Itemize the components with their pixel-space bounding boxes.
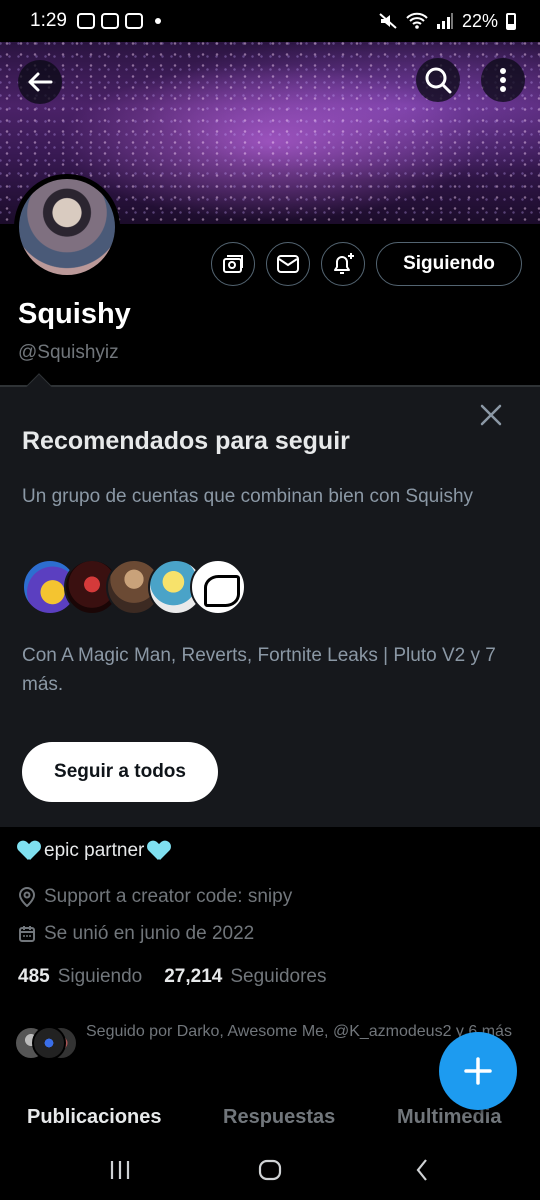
follower-avatar [32, 1026, 66, 1060]
light-blue-heart-icon [18, 841, 40, 861]
following-label[interactable]: Siguiendo [58, 966, 143, 988]
location-pin-icon [18, 887, 36, 907]
notifications-button[interactable] [321, 242, 365, 286]
bio: epic partner [18, 840, 170, 862]
recommendations-title: Recomendados para seguir [22, 427, 350, 455]
location-row: Support a creator code: snipy [18, 886, 292, 908]
following-count[interactable]: 485 [18, 966, 50, 988]
joined-row: Se unió en junio de 2022 [18, 923, 254, 945]
tab-media[interactable]: Multimedia [397, 1106, 501, 1129]
follow-all-button[interactable]: Seguir a todos [22, 742, 218, 802]
recommended-avatars[interactable] [22, 559, 246, 617]
bio-text: epic partner [44, 840, 145, 861]
subscriptions-button[interactable] [211, 242, 255, 286]
plus-icon [464, 1057, 492, 1085]
display-name: Squishy [18, 298, 131, 330]
compose-button[interactable] [439, 1032, 517, 1110]
recommended-accounts-text: Con A Magic Man, Reverts, Fortnite Leaks… [22, 645, 496, 695]
recent-apps-button[interactable] [100, 1152, 140, 1188]
joined-text: Se unió en junio de 2022 [44, 923, 255, 944]
search-button[interactable] [416, 58, 460, 102]
signal-icon [436, 13, 453, 29]
profile-avatar[interactable] [14, 174, 120, 280]
home-icon [258, 1159, 282, 1181]
recommendations-card: Recomendados para seguir Un grupo de cue… [0, 387, 540, 827]
message-button[interactable] [266, 242, 310, 286]
followers-count[interactable]: 27,214 [164, 966, 222, 988]
more-notifications-dot-icon [154, 18, 161, 24]
follow-stats: 485 Siguiendo 27,214 Seguidores [18, 966, 340, 988]
home-button[interactable] [250, 1152, 290, 1188]
back-button[interactable] [18, 60, 62, 104]
user-handle: @Squishyiz [18, 342, 119, 363]
more-vertical-icon [500, 68, 506, 92]
followed-by-avatars [14, 1026, 78, 1066]
avatar-image [19, 179, 115, 275]
battery-icon [506, 12, 516, 30]
light-blue-heart-icon [148, 841, 170, 861]
battery-percentage: 22% [461, 10, 498, 31]
location-text: Support a creator code: snipy [44, 886, 293, 907]
system-navigation-bar [0, 1140, 540, 1200]
more-options-button[interactable] [481, 58, 525, 102]
search-icon [425, 67, 452, 94]
following-button[interactable]: Siguiendo [376, 242, 522, 286]
subscription-icon [223, 255, 243, 273]
system-back-button[interactable] [402, 1152, 442, 1188]
back-arrow-icon [28, 72, 53, 92]
close-icon [480, 404, 502, 426]
recent-apps-icon [110, 1161, 130, 1179]
chevron-left-icon [416, 1159, 427, 1181]
calendar-icon [19, 926, 35, 942]
close-recommendations-button[interactable] [477, 403, 505, 431]
status-bar: 1:29 22% [0, 0, 540, 42]
tab-posts[interactable]: Publicaciones [27, 1106, 162, 1129]
bell-plus-icon [334, 253, 354, 274]
status-time: 1:29 [30, 10, 67, 31]
mail-icon [277, 255, 299, 273]
recommended-avatar[interactable] [190, 559, 246, 615]
wifi-icon [406, 12, 428, 29]
youtube-notification-icon [100, 13, 119, 29]
gallery-notification-icon [124, 13, 143, 29]
tab-replies[interactable]: Respuestas [223, 1106, 335, 1129]
recommendations-description: Un grupo de cuentas que combinan bien co… [22, 486, 474, 507]
mute-icon [379, 13, 397, 29]
instagram-notification-icon [76, 13, 95, 29]
divider [0, 385, 540, 387]
followers-label[interactable]: Seguidores [230, 966, 326, 988]
